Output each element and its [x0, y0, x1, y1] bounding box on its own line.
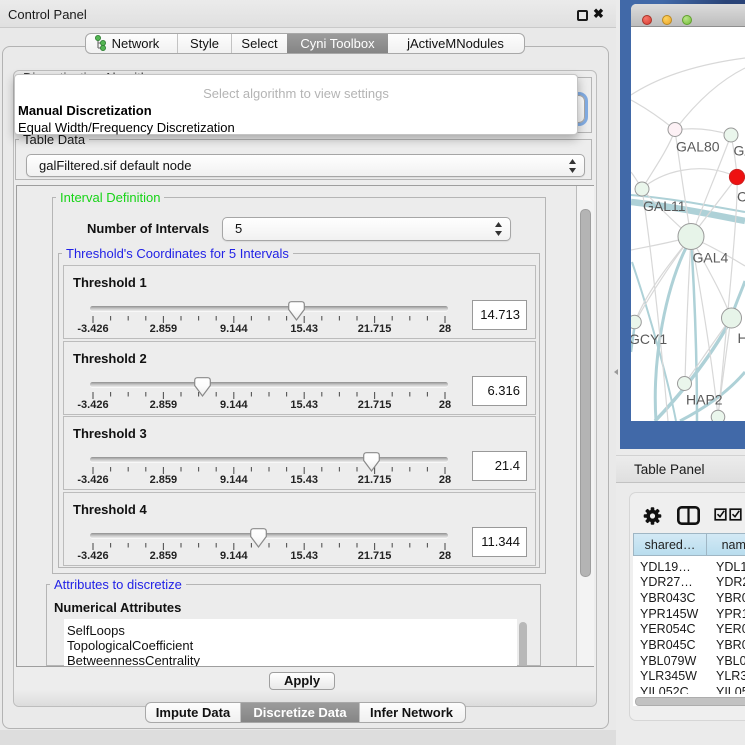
svg-text:GCY1: GCY1 [631, 331, 667, 347]
svg-text:HAP2: HAP2 [686, 392, 723, 408]
svg-text:GAL80: GAL80 [676, 139, 720, 155]
svg-text:GAL4: GAL4 [693, 250, 729, 266]
svg-text:GAL11: GAL11 [643, 198, 686, 214]
svg-text:GA: GA [734, 143, 745, 159]
svg-text:C: C [737, 189, 745, 205]
svg-text:HA: HA [738, 330, 745, 346]
